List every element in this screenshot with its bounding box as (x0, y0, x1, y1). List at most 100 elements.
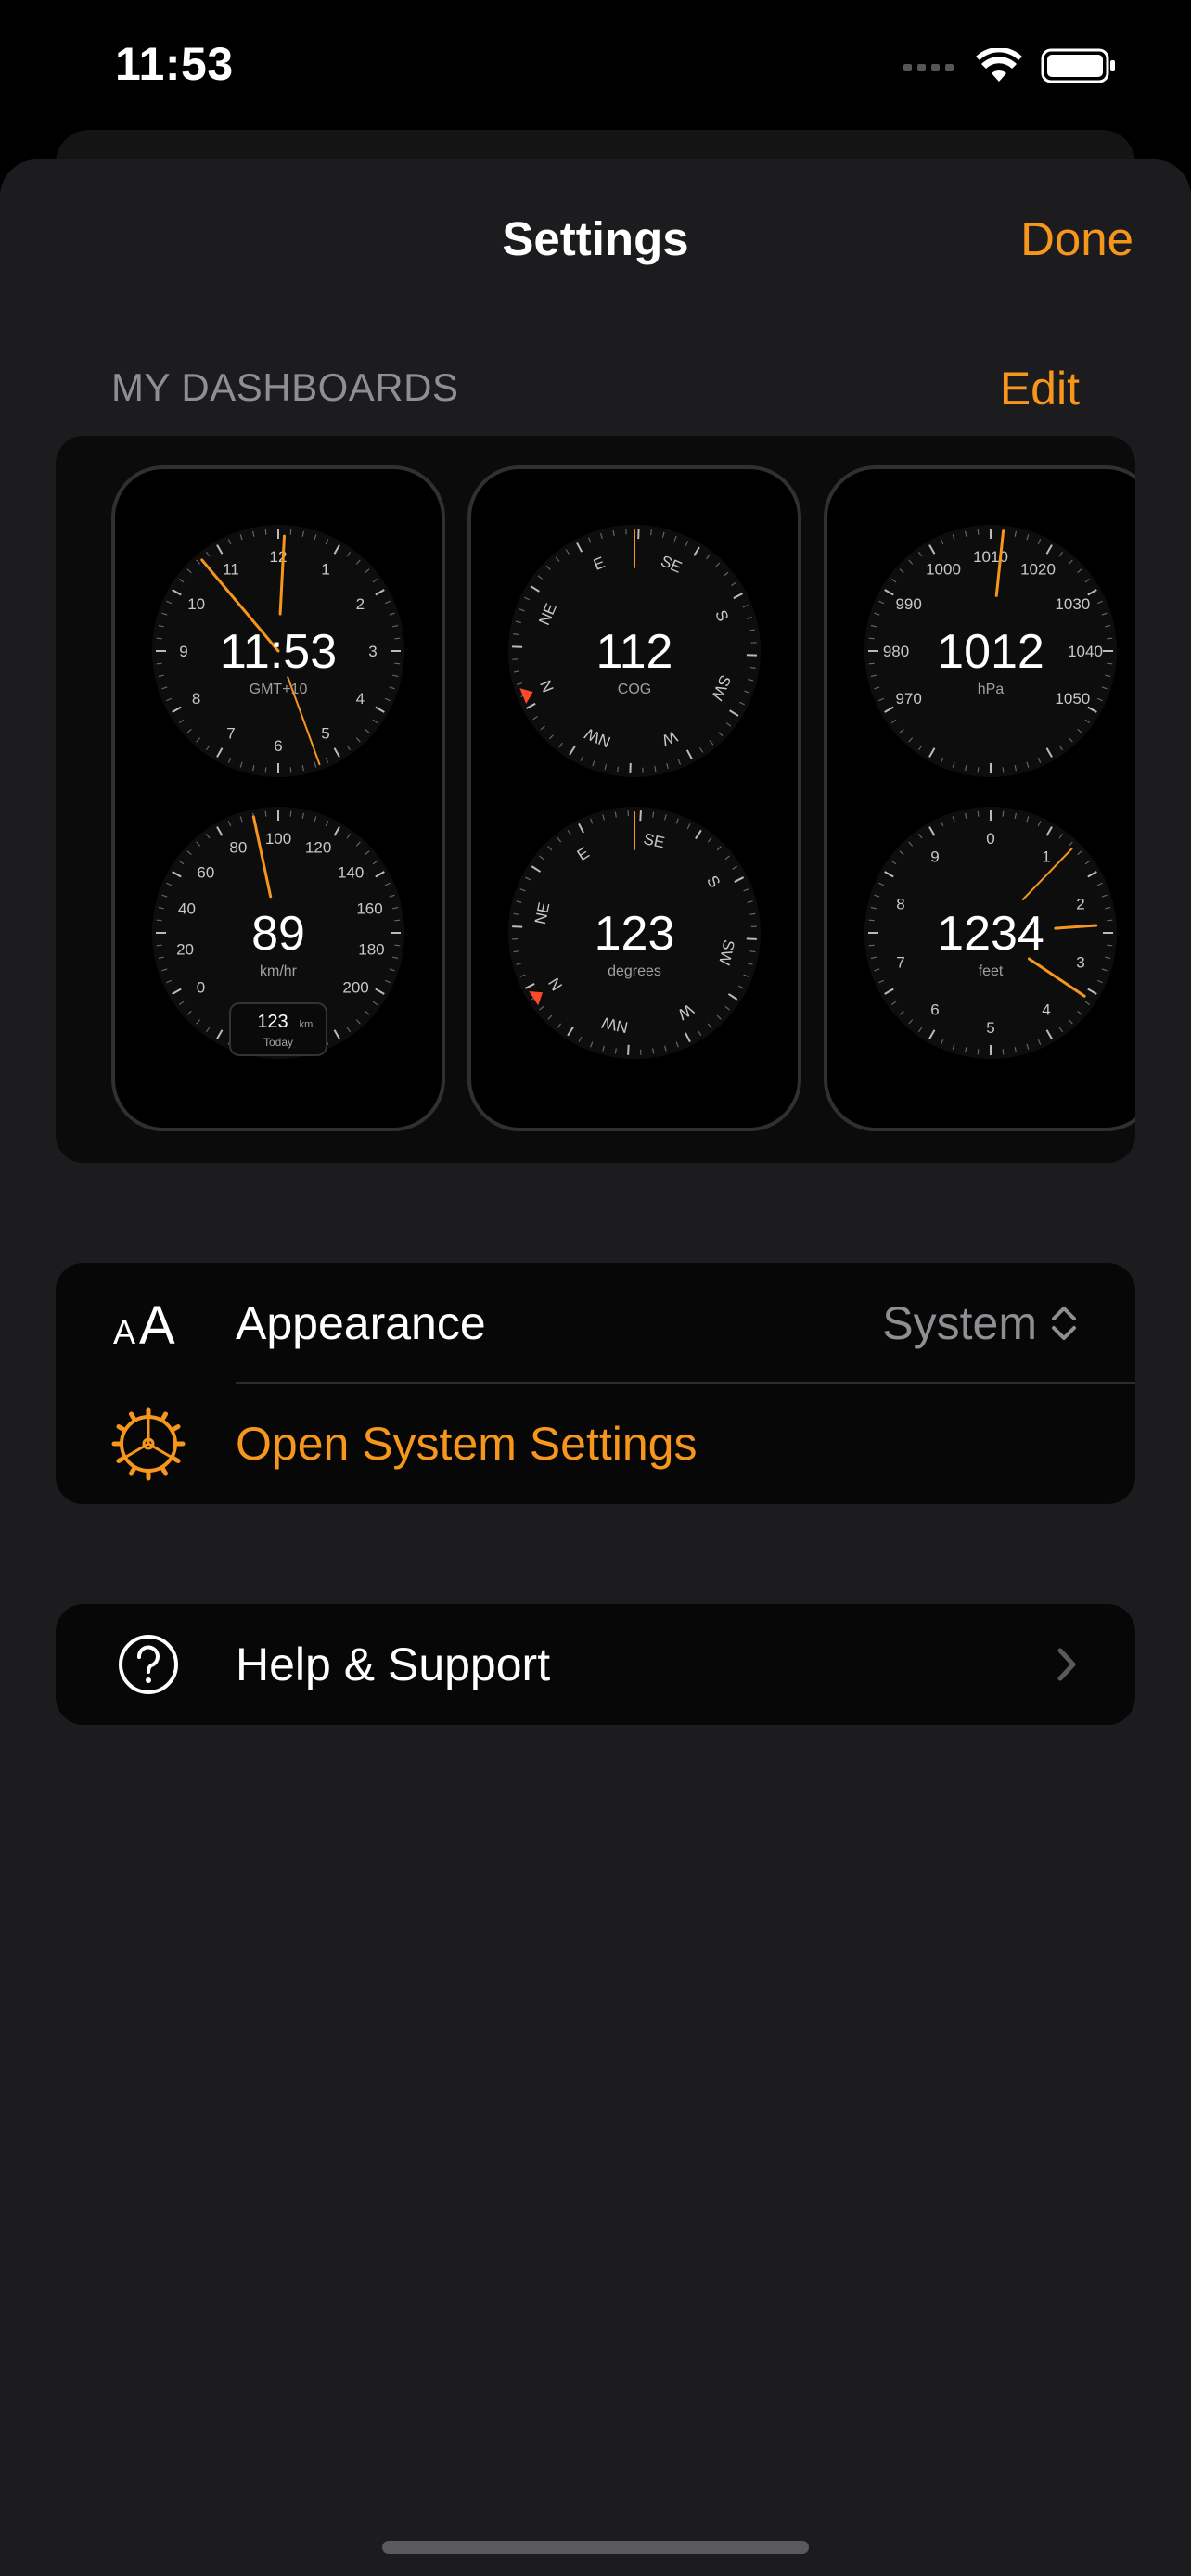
tick-mark (156, 944, 162, 947)
altimeter-gauge: 01234567891234feet (864, 807, 1117, 1059)
dial-label: 140 (338, 863, 364, 881)
tick-mark (289, 767, 292, 773)
tick-mark (264, 810, 267, 817)
tick-mark (289, 529, 292, 535)
help-support-label: Help & Support (236, 1639, 551, 1690)
tick-mark (639, 810, 642, 822)
status-time: 11:53 (115, 38, 234, 90)
dial-label: 970 (895, 690, 921, 708)
svg-text:A: A (139, 1295, 175, 1351)
chevron-up-down-icon (1052, 1307, 1076, 1340)
status-icons (902, 48, 1117, 83)
dashboard-card[interactable]: E SE S SW W NW N NE 112 COG E SE S SW W NW N NE 123 degrees (467, 465, 801, 1131)
appearance-row[interactable]: A A Appearance System (56, 1263, 1135, 1384)
wifi-icon (976, 48, 1022, 82)
open-system-settings-row[interactable]: Open System Settings (56, 1384, 1135, 1504)
dial-label: 0 (986, 830, 994, 848)
tick-mark (1107, 919, 1113, 922)
tick-mark (289, 810, 292, 817)
dial-label: 1 (1042, 848, 1050, 865)
dial-label: 120 (305, 839, 331, 857)
dial-label: 0 (197, 979, 205, 997)
trip-unit: km (300, 1019, 314, 1030)
open-system-settings-label: Open System Settings (236, 1418, 698, 1470)
dial-label: 200 (342, 979, 368, 997)
tick-mark (977, 767, 980, 773)
chevron-right-icon (1057, 1648, 1076, 1681)
dial-label: 60 (197, 863, 214, 881)
home-indicator[interactable] (382, 2541, 809, 2554)
gauge-value: 11:53 (220, 625, 337, 679)
dial-label: 100 (265, 830, 291, 848)
tick-mark (868, 919, 875, 922)
tick-mark (868, 662, 875, 665)
tick-mark (156, 662, 162, 665)
dial-label: 1000 (926, 561, 961, 579)
dial-label: 1 (321, 561, 329, 579)
tick-mark (1107, 662, 1113, 665)
dashboard-card[interactable]: 970 980 990 1000 1010 1020 1030 1040 1050 1012 hPa… (824, 465, 1135, 1131)
tick-mark (977, 529, 980, 535)
dial-label: 40 (178, 900, 196, 918)
question-circle-icon (111, 1627, 186, 1702)
tick-mark (1002, 810, 1005, 817)
tick-mark (156, 919, 162, 922)
dial-label: 20 (176, 941, 194, 959)
barometer-gauge: 970 980 990 1000 1010 1020 1030 1040 1050 1012 hPa (864, 525, 1117, 777)
svg-text:A: A (113, 1313, 135, 1351)
dashboard-card[interactable]: 12 1 2 3 4 5 6 7 8 9 10 11 11:53 GMT+10 0 20 40 60 80 100 12… (111, 465, 445, 1131)
gauge-unit: km/hr (260, 963, 298, 979)
gauge-value: 1234 (937, 907, 1044, 961)
tick-mark (512, 925, 523, 928)
tick-mark (649, 529, 652, 536)
gauge-value: 89 (251, 907, 305, 961)
appearance-group: A A Appearance System Open System Settin… (56, 1263, 1135, 1504)
dial-label: 1020 (1020, 561, 1056, 579)
dial-label: 1030 (1055, 595, 1090, 613)
gauge-value: 123 (595, 907, 675, 961)
gauge-unit: degrees (608, 963, 661, 979)
dial-label: 5 (986, 1019, 994, 1037)
speed-gauge: 0 20 40 60 80 100 120 140 160 180 200 89 km/hr 123 km T… (152, 807, 404, 1059)
trip-value: 123 (257, 1012, 288, 1032)
edit-button[interactable]: Edit (1000, 362, 1080, 415)
tick-mark (868, 944, 875, 947)
tick-mark (1107, 944, 1113, 947)
tick-mark (977, 810, 980, 817)
dial-label: 990 (895, 595, 921, 613)
gauge-unit: feet (979, 963, 1004, 979)
dial-label: 7 (896, 954, 904, 972)
status-bar: 11:53 (0, 0, 1191, 139)
tick-mark (1002, 1049, 1005, 1055)
dial-label: 7 (226, 724, 235, 742)
dial-label: 4 (1042, 1001, 1050, 1019)
dial-label: 4 (356, 690, 365, 708)
gauge-unit: hPa (978, 682, 1005, 697)
dial-label: 80 (229, 839, 247, 857)
dial-label: 9 (179, 643, 187, 660)
support-group: Help & Support (56, 1604, 1135, 1725)
dial-label: 980 (883, 643, 909, 660)
help-support-row[interactable]: Help & Support (56, 1604, 1135, 1725)
tick-mark (394, 919, 401, 922)
dial-label: 6 (930, 1001, 939, 1019)
dial-label: 3 (1076, 954, 1084, 972)
dial-label: 11 (223, 561, 239, 579)
tick-mark (264, 767, 267, 773)
settings-sheet: Settings Done MY DASHBOARDS Edit 12 1 2 3 4 5… (0, 159, 1191, 2576)
gauge-value: 1012 (937, 625, 1044, 679)
dial-label: 2 (356, 595, 365, 613)
dial-label: 5 (321, 724, 329, 742)
dial-label: 180 (358, 941, 384, 959)
dial-label: 9 (930, 848, 939, 865)
tick-mark (868, 637, 875, 640)
appearance-select[interactable]: System (882, 1296, 1078, 1350)
done-button[interactable]: Done (1020, 211, 1133, 266)
dashboards-carousel[interactable]: 12 1 2 3 4 5 6 7 8 9 10 11 11:53 GMT+10 0 20 40 60 80 100 12… (56, 436, 1135, 1163)
gauge-unit: GMT+10 (250, 682, 308, 697)
appearance-value: System (882, 1297, 1037, 1349)
appearance-label: Appearance (236, 1297, 486, 1349)
dial-label: 2 (1076, 895, 1084, 912)
dial-label: 1040 (1068, 643, 1103, 660)
tick-mark (394, 944, 401, 947)
